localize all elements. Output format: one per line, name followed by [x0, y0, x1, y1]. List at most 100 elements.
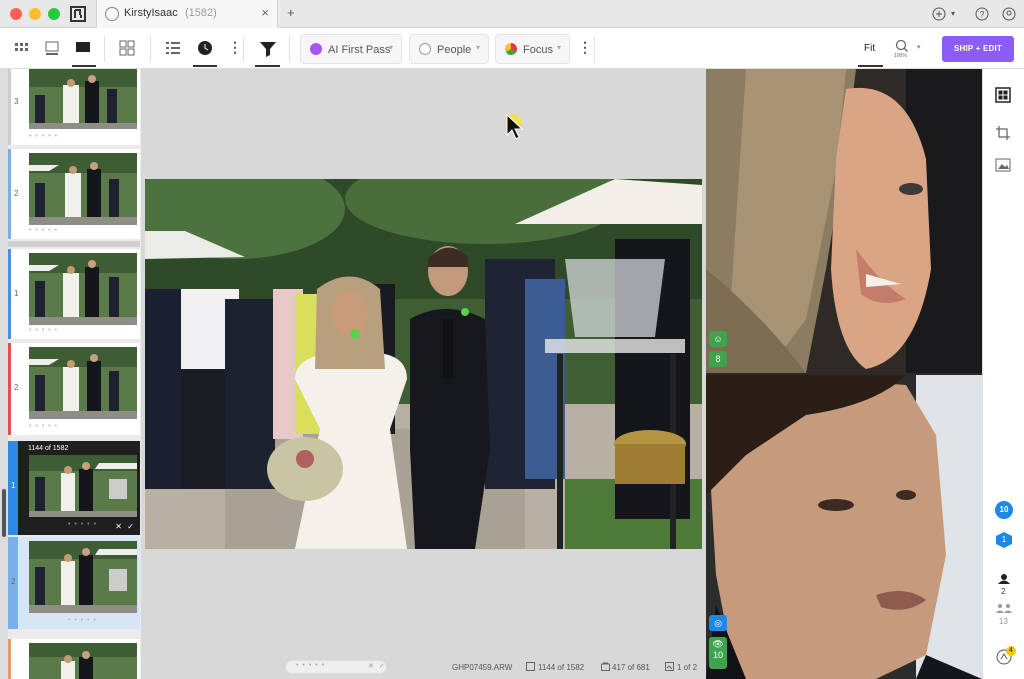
grid-view-icon[interactable] — [14, 40, 32, 58]
ai-face-icon: ◎ — [709, 615, 727, 631]
ai-first-pass-label: AI First Pass — [328, 44, 391, 56]
reject-icon[interactable]: ✕ — [115, 522, 122, 531]
ai-count-badge[interactable]: 10 — [995, 501, 1013, 519]
active-sort-indicator — [193, 65, 217, 67]
add-circle-icon[interactable] — [932, 7, 946, 21]
hidden-people-icon[interactable] — [996, 603, 1012, 613]
clock-icon[interactable] — [197, 40, 215, 58]
help-icon[interactable]: ? — [975, 7, 989, 21]
accept-icon[interactable]: ✓ — [127, 522, 134, 531]
loupe-view-icon[interactable] — [44, 40, 62, 58]
photo-thumbnail — [29, 69, 137, 129]
photo-thumbnail — [29, 541, 137, 613]
layout-panel-icon[interactable] — [995, 87, 1011, 103]
notification-count: 4 — [1006, 646, 1016, 656]
focus-color-icon — [505, 43, 517, 55]
group-number: 2 — [14, 189, 19, 198]
star-rating[interactable]: • • • • • — [29, 133, 137, 142]
filmstrip-scrollbar[interactable] — [2, 489, 6, 537]
star-rating[interactable]: • • • • • — [29, 227, 137, 236]
ai-first-pass-dropdown[interactable]: AI First Pass ▾ — [300, 34, 402, 64]
account-icon[interactable] — [1002, 7, 1016, 21]
thumbnail-item[interactable] — [8, 639, 140, 679]
group-number: 2 — [14, 383, 19, 392]
status-star-rating[interactable]: • • • • • — [296, 662, 325, 669]
thumbnail-item[interactable]: 2 • • • • • — [8, 149, 140, 239]
fit-active-indicator — [858, 65, 883, 67]
star-rating[interactable]: • • • • • — [68, 617, 141, 626]
crop-icon[interactable] — [995, 125, 1011, 141]
new-tab-button[interactable]: + — [287, 6, 295, 20]
list-view-icon[interactable] — [165, 40, 183, 58]
main-toolbar: ⋮ AI First Pass ▾ People ▾ Focus ▾ ⋮ Fit… — [0, 28, 1024, 69]
thumbnail-item[interactable]: 2 • • • • • — [8, 343, 140, 435]
face-score-badge: 10 — [712, 650, 723, 660]
maximize-window-button[interactable] — [48, 8, 60, 20]
reject-icon[interactable]: ✕ — [368, 662, 374, 670]
tab-close-button[interactable]: × — [261, 5, 269, 20]
star-rating[interactable]: • • • • • — [29, 327, 137, 336]
photo-thumbnail — [29, 455, 137, 517]
tab-count: (1582) — [185, 7, 217, 19]
image-position: 1144 of 1582 — [538, 663, 585, 672]
photo-thumbnail — [29, 253, 137, 325]
filter-icon[interactable] — [259, 40, 277, 58]
chevron-down-icon: ▾ — [475, 43, 480, 52]
close-window-button[interactable] — [10, 8, 22, 20]
face-icon — [419, 43, 431, 55]
zoom-icon[interactable] — [895, 39, 909, 53]
focus-label: Focus — [523, 44, 553, 56]
face-score-badge: 8 — [709, 351, 727, 367]
photo-thumbnail — [29, 153, 137, 225]
photo-thumbnail — [29, 347, 137, 419]
more-options-icon[interactable]: ⋮ — [228, 40, 242, 54]
focus-dropdown[interactable]: Focus ▾ — [495, 34, 570, 64]
hex-count-badge[interactable]: 1 — [996, 532, 1012, 548]
loupe-view — [141, 69, 706, 679]
fullscreen-view-icon[interactable] — [75, 40, 93, 58]
image-edit-icon[interactable] — [995, 157, 1011, 173]
person-icon[interactable] — [998, 574, 1010, 584]
status-bar: • • • • • ✕ ✓ GHP07459.ARW 1144 of 1582 … — [141, 655, 706, 679]
chevron-down-icon: ▾ — [556, 43, 561, 52]
compare-view-icon[interactable] — [119, 40, 137, 58]
group-number: 1 — [11, 481, 16, 490]
people-count: 2 — [1001, 587, 1006, 596]
thumbnail-item[interactable]: 1 • • • • • — [8, 249, 140, 339]
zoom-chevron-icon[interactable]: ▾ — [917, 43, 921, 51]
eye-open-badge: 👁 10 — [709, 637, 727, 669]
app-logo-icon — [70, 6, 86, 22]
smile-icon: ☺ — [709, 331, 727, 347]
right-sidebar: 10 1 2 13 4 — [982, 69, 1024, 679]
thumbnail-item-selected[interactable]: 1 1144 of 1582 • • • • • ✕ ✓ — [8, 441, 140, 535]
face-crop-bride[interactable]: ☺ 8 — [706, 69, 982, 373]
accept-icon[interactable]: ✓ — [379, 662, 385, 670]
rating-pill[interactable]: • • • • • ✕ ✓ — [285, 660, 387, 674]
page-indicator: 1 of 2 — [677, 663, 698, 672]
ship-edit-button[interactable]: SHIP + EDIT — [942, 36, 1014, 62]
fit-button[interactable]: Fit — [864, 43, 875, 54]
star-rating[interactable]: • • • • • — [29, 423, 137, 432]
zoom-level: 100% — [894, 53, 907, 59]
photo-thumbnail — [29, 643, 137, 679]
svg-text:?: ? — [980, 10, 985, 20]
filtered-count: 417 of 681 — [612, 663, 650, 672]
thumbnail-item[interactable]: 3 • • • • • — [8, 69, 140, 145]
image-count-icon — [526, 662, 535, 671]
pages-icon — [665, 662, 674, 671]
thumbnail-item[interactable]: 2 • • • • • — [8, 537, 140, 629]
chevron-down-icon[interactable]: ▾ — [951, 7, 955, 21]
project-avatar-icon — [105, 7, 119, 21]
tab-title: KirstyIsaac — [124, 7, 178, 19]
ai-sparkle-icon — [310, 43, 322, 55]
people-label: People — [437, 44, 472, 56]
filtered-count-icon — [601, 662, 610, 671]
filmstrip: 3 • • • • • 2 • • • • • 1 • • • • • 2 • … — [0, 69, 141, 679]
face-crop-groom[interactable]: ◎ 👁 10 — [706, 375, 982, 679]
people-dropdown[interactable]: People ▾ — [409, 34, 489, 64]
more-filters-icon[interactable]: ⋮ — [578, 40, 592, 54]
tab-project[interactable]: KirstyIsaac (1582) × — [96, 0, 278, 28]
group-number: 3 — [14, 97, 19, 106]
minimize-window-button[interactable] — [29, 8, 41, 20]
main-photo[interactable] — [145, 179, 702, 549]
